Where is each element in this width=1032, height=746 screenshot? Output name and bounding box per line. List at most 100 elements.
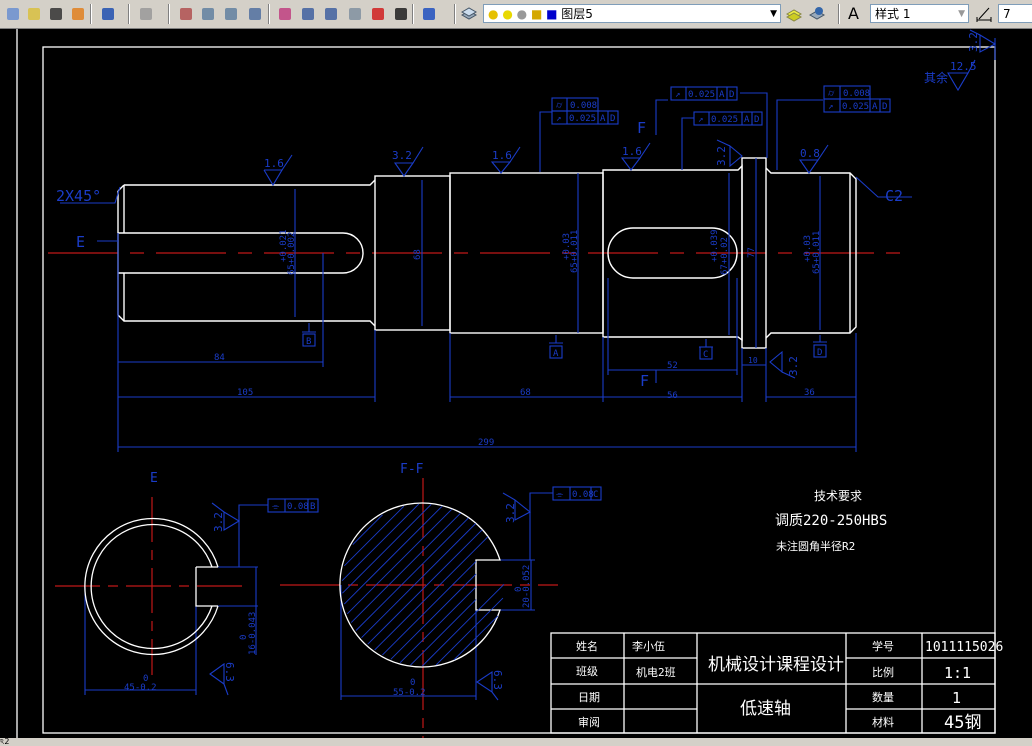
dim-text: 65+0.011	[812, 231, 822, 274]
name-value: 李小伍	[632, 639, 665, 653]
toolbar-separator	[268, 4, 270, 24]
svg-text:0.08: 0.08	[287, 502, 309, 512]
zoom-realtime-icon[interactable]	[199, 5, 217, 23]
svg-text:16-0.043: 16-0.043	[248, 612, 258, 655]
quick-select-icon[interactable]	[69, 5, 87, 23]
datum-label: D	[817, 348, 822, 358]
open-icon[interactable]	[25, 5, 43, 23]
dimension-style-icon[interactable]	[975, 5, 993, 23]
toolbar-separator	[128, 4, 130, 24]
dim-text: 65+0.002	[287, 232, 297, 275]
sun-icon[interactable]: ●	[502, 7, 512, 21]
scale-label: 比例	[872, 665, 894, 679]
svg-text:45-0.2: 45-0.2	[124, 683, 157, 693]
qty-label: 数量	[872, 691, 894, 704]
svg-text:0.025: 0.025	[688, 90, 715, 100]
freeze-viewport-icon[interactable]: ●	[517, 7, 527, 21]
chamfer-label: 2X45°	[56, 187, 101, 205]
text-style-icon[interactable]: A	[848, 5, 866, 23]
pan-icon[interactable]	[177, 5, 195, 23]
chevron-down-icon[interactable]: ▼	[770, 5, 777, 24]
dim-text: 299	[478, 438, 494, 448]
zoom-window-icon[interactable]	[222, 5, 240, 23]
datum-label: A	[553, 349, 559, 359]
undo-icon[interactable]	[99, 5, 117, 23]
dim-text: 68	[413, 249, 423, 260]
layer-previous-icon[interactable]	[808, 5, 826, 23]
layer-dropdown[interactable]: ● ● ● ■ ■ 图层5 ▼	[483, 4, 781, 23]
toolbar-separator	[838, 4, 840, 24]
toolbar-separator	[168, 4, 170, 24]
design-center-icon[interactable]	[299, 5, 317, 23]
toolbar-separator	[454, 4, 456, 24]
toolbar-separator	[412, 4, 414, 24]
svg-text:0: 0	[410, 678, 415, 688]
svg-text:A: A	[719, 90, 725, 100]
section-e-label: E	[76, 233, 85, 251]
dim-text: 84	[214, 353, 225, 363]
dim-text: 10	[748, 356, 758, 365]
svg-text:0.08: 0.08	[572, 490, 594, 500]
match-properties-icon[interactable]	[47, 5, 65, 23]
calculator-icon[interactable]	[392, 5, 410, 23]
markup-icon[interactable]	[369, 5, 387, 23]
hatch-line	[346, 508, 453, 615]
lock-icon[interactable]: ■	[531, 7, 542, 21]
section-ff-title: F-F	[400, 462, 424, 477]
new-icon[interactable]	[4, 5, 22, 23]
title-block: 姓名 李小伍 班级 机电2班 日期 审阅 机械设计课程设计 低速轴 学号 101…	[550, 632, 1003, 734]
section-e-title: E	[150, 471, 158, 486]
help-icon[interactable]	[420, 5, 438, 23]
inner-border	[42, 46, 996, 734]
layer-manager-icon[interactable]	[460, 5, 478, 23]
material-label: 材料	[872, 715, 894, 729]
dimension-style-dropdown[interactable]: 7	[998, 4, 1032, 23]
standard-toolbar: ● ● ● ■ ■ 图层5 ▼ A 样式 1 ▼ 7	[0, 0, 1032, 29]
roughness-label: 1.6	[492, 149, 512, 162]
scale-value: 1:1	[944, 664, 971, 682]
drawing-canvas[interactable]: 1.6 3.2 1.6 1.6 0.8 3.2 3.2 3.2 12.5 其余 …	[0, 29, 1032, 738]
svg-text:↗: ↗	[698, 115, 703, 125]
dim-text: 67+0.02	[720, 237, 730, 275]
annotations: 1.6 3.2 1.6 1.6 0.8 3.2 3.2 3.2 12.5 其余 …	[56, 32, 980, 698]
svg-text:6.3: 6.3	[491, 670, 504, 690]
roughness-label: 0.8	[800, 147, 820, 160]
lightbulb-icon[interactable]: ●	[488, 7, 498, 21]
redo-icon[interactable]	[137, 5, 155, 23]
roughness-label: 1.6	[622, 145, 642, 158]
text-style-dropdown[interactable]: 样式 1 ▼	[870, 4, 969, 23]
hatch-line	[410, 599, 477, 666]
svg-text:D: D	[729, 90, 734, 100]
section-f-label: F	[637, 119, 646, 137]
dim-text: +0.039	[710, 229, 720, 262]
svg-text:0.008: 0.008	[570, 101, 597, 111]
requirements-title: 技术要求	[814, 489, 862, 503]
roughness-label: 3.2	[967, 32, 980, 52]
id-label: 学号	[872, 639, 894, 653]
chevron-down-icon[interactable]: ▼	[958, 5, 965, 24]
section-f-arrow	[655, 99, 668, 135]
svg-text:3.2: 3.2	[504, 503, 517, 523]
toolbar-separator	[90, 4, 92, 24]
text-style-value: 样式 1	[875, 7, 911, 21]
dim-text: 68	[520, 388, 531, 398]
make-layer-current-icon[interactable]	[785, 5, 803, 23]
tool-palettes-icon[interactable]	[322, 5, 340, 23]
svg-text:D: D	[754, 115, 759, 125]
sheet-set-icon[interactable]	[346, 5, 364, 23]
svg-text:C: C	[593, 490, 598, 500]
hatch-line	[421, 583, 505, 667]
drawing-frame	[16, 29, 996, 738]
part-name: 低速轴	[740, 699, 791, 719]
dim-text: 52	[667, 361, 678, 371]
svg-text:55-0.2: 55-0.2	[393, 688, 426, 698]
zoom-previous-icon[interactable]	[246, 5, 264, 23]
properties-icon[interactable]	[276, 5, 294, 23]
hatch-line	[343, 505, 405, 567]
svg-text:⌯: ⌯	[272, 502, 280, 512]
datum-label: B	[306, 337, 311, 347]
roughness-label: 1.6	[264, 157, 284, 170]
hatch-line	[367, 529, 483, 645]
hatch-line	[342, 504, 432, 594]
class-value: 机电2班	[636, 665, 676, 679]
